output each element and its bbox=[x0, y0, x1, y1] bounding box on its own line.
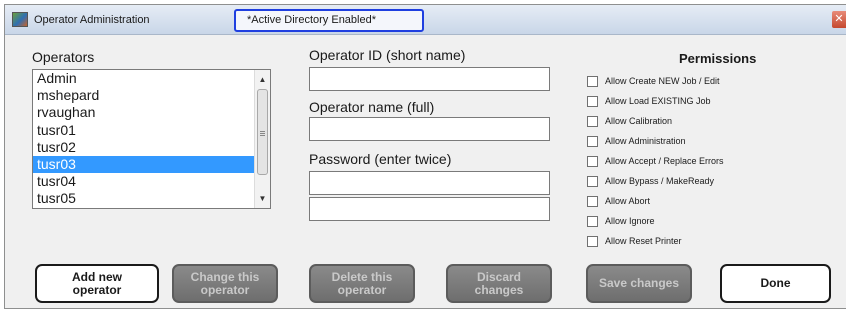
title-bar: Operator Administration *Active Director… bbox=[5, 5, 846, 35]
done-label: Done bbox=[760, 276, 791, 290]
permissions-title: Permissions bbox=[679, 51, 757, 66]
list-item[interactable]: rvaughan bbox=[33, 104, 255, 121]
operator-id-label: Operator ID (short name) bbox=[309, 47, 466, 63]
list-scrollbar[interactable]: ▲ ▼ bbox=[254, 70, 270, 208]
active-directory-status: *Active Directory Enabled* bbox=[234, 9, 424, 32]
discard-changes-label: Discard changes bbox=[474, 269, 524, 297]
list-item[interactable]: Admin bbox=[33, 70, 255, 87]
operators-listbox[interactable]: Admin mshepard rvaughan tusr01 tusr02 tu… bbox=[32, 69, 271, 209]
list-item-selected[interactable]: tusr03 bbox=[33, 155, 255, 174]
permission-label: Allow Ignore bbox=[605, 216, 655, 226]
operator-name-input[interactable] bbox=[309, 117, 550, 141]
checkbox[interactable] bbox=[587, 76, 598, 87]
close-icon: ✕ bbox=[834, 13, 844, 25]
delete-operator-label: Delete this operator bbox=[331, 269, 393, 297]
done-button[interactable]: Done bbox=[720, 264, 831, 303]
delete-operator-button[interactable]: Delete this operator bbox=[309, 264, 415, 303]
checkbox[interactable] bbox=[587, 236, 598, 247]
password-input[interactable] bbox=[309, 171, 550, 195]
save-changes-label: Save changes bbox=[598, 276, 680, 290]
operator-id-input[interactable] bbox=[309, 67, 550, 91]
add-operator-button[interactable]: Add new operator bbox=[35, 264, 159, 303]
permission-label: Allow Create NEW Job / Edit bbox=[605, 76, 720, 86]
discard-changes-button[interactable]: Discard changes bbox=[446, 264, 552, 303]
checkbox[interactable] bbox=[587, 156, 598, 167]
add-operator-label: Add new operator bbox=[72, 269, 122, 297]
list-item[interactable]: mshepard bbox=[33, 87, 255, 104]
close-button[interactable]: ✕ bbox=[832, 11, 846, 28]
checkbox[interactable] bbox=[587, 196, 598, 207]
save-changes-button[interactable]: Save changes bbox=[586, 264, 692, 303]
permission-label: Allow Bypass / MakeReady bbox=[605, 176, 715, 186]
permission-label: Allow Administration bbox=[605, 136, 686, 146]
checkbox[interactable] bbox=[587, 116, 598, 127]
password-label: Password (enter twice) bbox=[309, 151, 452, 167]
list-item[interactable]: tusr01 bbox=[33, 122, 255, 139]
change-operator-button[interactable]: Change this operator bbox=[172, 264, 278, 303]
checkbox[interactable] bbox=[587, 216, 598, 227]
permission-label: Allow Reset Printer bbox=[605, 236, 682, 246]
permission-label: Allow Abort bbox=[605, 196, 651, 206]
list-item[interactable]: tusr05 bbox=[33, 190, 255, 207]
app-icon bbox=[12, 12, 28, 27]
operator-administration-window: Operator Administration *Active Director… bbox=[4, 4, 846, 309]
scroll-down-icon[interactable]: ▼ bbox=[255, 191, 270, 206]
permission-label: Allow Load EXISTING Job bbox=[605, 96, 711, 106]
operators-label: Operators bbox=[32, 49, 95, 65]
permission-label: Allow Accept / Replace Errors bbox=[605, 156, 724, 166]
change-operator-label: Change this operator bbox=[190, 269, 260, 297]
password-confirm-input[interactable] bbox=[309, 197, 550, 221]
checkbox[interactable] bbox=[587, 96, 598, 107]
operator-name-label: Operator name (full) bbox=[309, 99, 435, 115]
scroll-up-icon[interactable]: ▲ bbox=[255, 72, 270, 87]
checkbox[interactable] bbox=[587, 136, 598, 147]
permission-label: Allow Calibration bbox=[605, 116, 673, 126]
list-item[interactable]: tusr04 bbox=[33, 173, 255, 190]
scroll-thumb[interactable] bbox=[257, 89, 268, 175]
checkbox[interactable] bbox=[587, 176, 598, 187]
list-item[interactable]: tusr02 bbox=[33, 139, 255, 156]
window-title: Operator Administration bbox=[34, 14, 150, 26]
grip-icon bbox=[260, 131, 265, 132]
